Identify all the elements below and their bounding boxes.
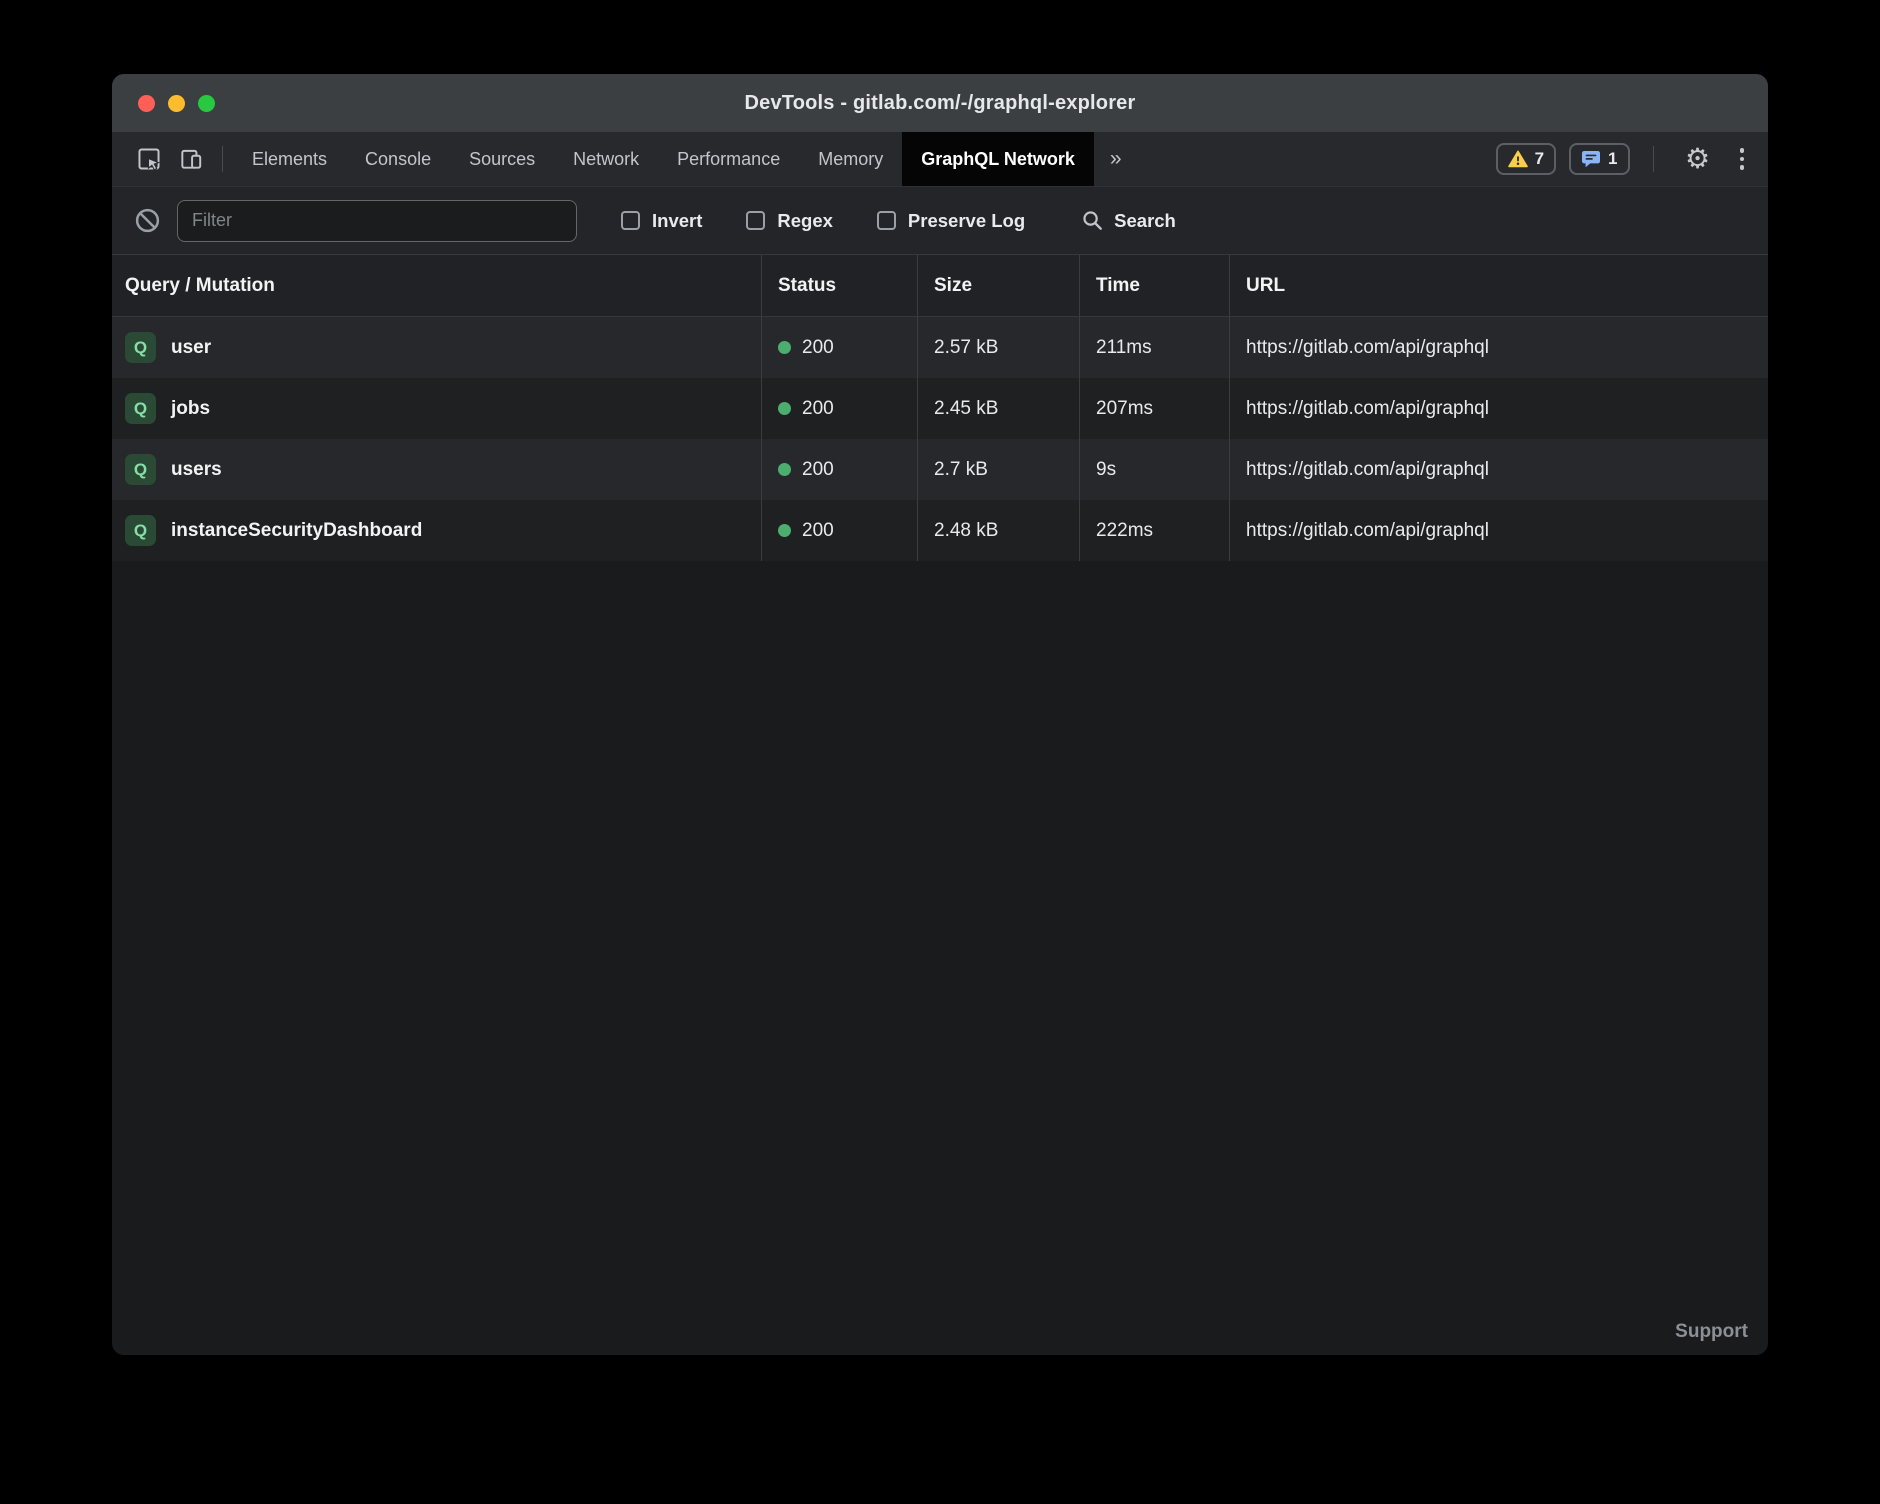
search-button[interactable]: Search xyxy=(1081,209,1176,232)
request-time: 222ms xyxy=(1080,500,1230,561)
request-time: 207ms xyxy=(1080,378,1230,439)
clear-button[interactable] xyxy=(134,207,161,234)
tabbar-right-controls: 7 1 ⚙ xyxy=(1496,132,1752,186)
column-header-size[interactable]: Size xyxy=(918,255,1080,316)
warning-count: 7 xyxy=(1535,149,1544,169)
invert-checkbox[interactable]: Invert xyxy=(621,210,702,232)
table-header: Query / Mutation Status Size Time URL xyxy=(112,255,1768,317)
device-toolbar-icon xyxy=(178,146,204,172)
column-header-time[interactable]: Time xyxy=(1080,255,1230,316)
status-code: 200 xyxy=(802,337,834,359)
column-header-url[interactable]: URL xyxy=(1230,255,1768,316)
network-toolbar: Invert Regex Preserve Log Search xyxy=(112,187,1768,255)
column-header-status[interactable]: Status xyxy=(762,255,918,316)
column-header-query-mutation[interactable]: Query / Mutation xyxy=(112,255,762,316)
inspect-icon xyxy=(136,146,162,172)
close-button[interactable] xyxy=(138,95,155,112)
chevron-double-right-icon: » xyxy=(1110,147,1122,171)
table-row[interactable]: Q user 200 2.57 kB 211ms https://gitlab.… xyxy=(112,317,1768,378)
regex-checkbox[interactable]: Regex xyxy=(746,210,833,232)
tab-memory[interactable]: Memory xyxy=(799,132,902,186)
request-name: instanceSecurityDashboard xyxy=(171,520,422,542)
settings-button[interactable]: ⚙ xyxy=(1677,145,1719,173)
status-ok-icon xyxy=(778,341,791,354)
message-count: 1 xyxy=(1608,149,1617,169)
query-badge: Q xyxy=(125,454,156,485)
query-badge: Q xyxy=(125,393,156,424)
request-url: https://gitlab.com/api/graphql xyxy=(1230,317,1768,378)
request-size: 2.48 kB xyxy=(918,500,1080,561)
request-size: 2.57 kB xyxy=(918,317,1080,378)
devtools-tab-bar: Elements Console Sources Network Perform… xyxy=(112,132,1768,187)
status-ok-icon xyxy=(778,463,791,476)
divider xyxy=(1653,146,1654,172)
more-tabs-button[interactable]: » xyxy=(1094,132,1138,186)
message-icon xyxy=(1581,150,1601,168)
divider xyxy=(222,146,223,172)
request-size: 2.45 kB xyxy=(918,378,1080,439)
checkbox-icon xyxy=(621,211,640,230)
filter-input[interactable] xyxy=(177,200,577,242)
zoom-button[interactable] xyxy=(198,95,215,112)
title-bar: DevTools - gitlab.com/-/graphql-explorer xyxy=(112,74,1768,132)
more-options-button[interactable] xyxy=(1732,148,1753,170)
tab-graphql-network[interactable]: GraphQL Network xyxy=(902,132,1094,186)
search-icon xyxy=(1081,209,1104,232)
tab-sources[interactable]: Sources xyxy=(450,132,554,186)
request-time: 211ms xyxy=(1080,317,1230,378)
request-name: users xyxy=(171,459,222,481)
clear-icon xyxy=(134,207,161,234)
table-row[interactable]: Q users 200 2.7 kB 9s https://gitlab.com… xyxy=(112,439,1768,500)
minimize-button[interactable] xyxy=(168,95,185,112)
request-time: 9s xyxy=(1080,439,1230,500)
tab-elements[interactable]: Elements xyxy=(233,132,346,186)
request-url: https://gitlab.com/api/graphql xyxy=(1230,378,1768,439)
preserve-log-checkbox[interactable]: Preserve Log xyxy=(877,210,1025,232)
status-code: 200 xyxy=(802,520,834,542)
table-row[interactable]: Q jobs 200 2.45 kB 207ms https://gitlab.… xyxy=(112,378,1768,439)
warning-icon xyxy=(1508,150,1528,168)
checkbox-icon xyxy=(877,211,896,230)
status-code: 200 xyxy=(802,398,834,420)
window-controls xyxy=(138,95,215,112)
request-name: jobs xyxy=(171,398,210,420)
table-row[interactable]: Q instanceSecurityDashboard 200 2.48 kB … xyxy=(112,500,1768,561)
console-warnings-badge[interactable]: 7 xyxy=(1496,143,1556,175)
status-ok-icon xyxy=(778,402,791,415)
window-title: DevTools - gitlab.com/-/graphql-explorer xyxy=(112,92,1768,115)
status-code: 200 xyxy=(802,459,834,481)
inspect-element-button[interactable] xyxy=(128,132,170,186)
query-badge: Q xyxy=(125,332,156,363)
request-url: https://gitlab.com/api/graphql xyxy=(1230,500,1768,561)
support-link[interactable]: Support xyxy=(1675,1321,1748,1343)
console-messages-badge[interactable]: 1 xyxy=(1569,143,1629,175)
tab-console[interactable]: Console xyxy=(346,132,450,186)
device-toolbar-button[interactable] xyxy=(170,132,212,186)
request-name: user xyxy=(171,337,211,359)
query-badge: Q xyxy=(125,515,156,546)
tab-network[interactable]: Network xyxy=(554,132,658,186)
request-size: 2.7 kB xyxy=(918,439,1080,500)
kebab-menu-icon xyxy=(1740,148,1745,153)
gear-icon: ⚙ xyxy=(1685,145,1710,173)
status-ok-icon xyxy=(778,524,791,537)
checkbox-icon xyxy=(746,211,765,230)
devtools-window: DevTools - gitlab.com/-/graphql-explorer… xyxy=(112,74,1768,1355)
tab-performance[interactable]: Performance xyxy=(658,132,799,186)
request-url: https://gitlab.com/api/graphql xyxy=(1230,439,1768,500)
